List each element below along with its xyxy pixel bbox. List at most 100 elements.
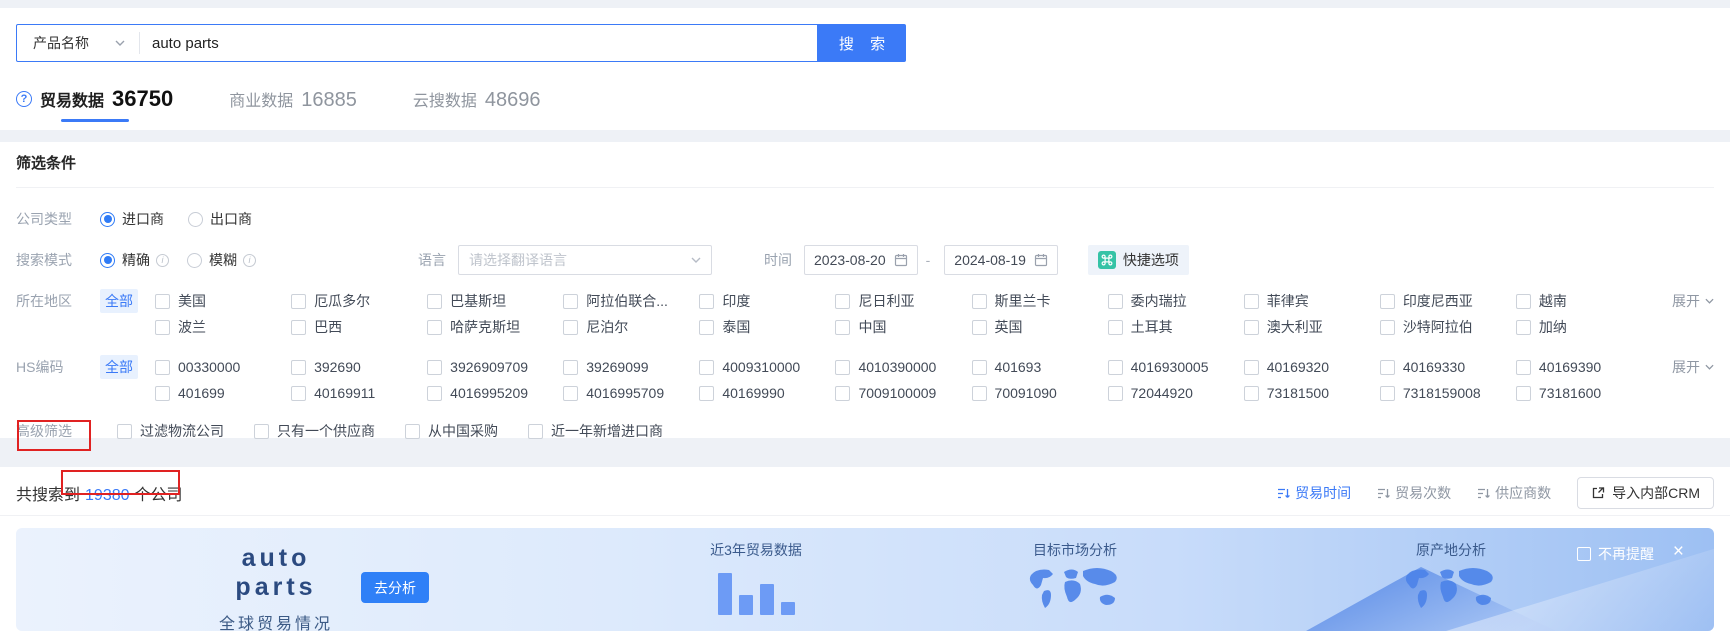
- checkbox[interactable]: [405, 423, 420, 439]
- radio-icon[interactable]: [100, 252, 115, 268]
- region-checkbox-option[interactable]: 沙特阿拉伯: [1379, 314, 1516, 340]
- checkbox[interactable]: [971, 359, 987, 375]
- region-checkbox-option[interactable]: 越南: [1515, 288, 1652, 314]
- checkbox[interactable]: [1577, 547, 1591, 561]
- banner-item-target-market[interactable]: 目标市场分析: [990, 540, 1160, 618]
- search-category-dropdown[interactable]: 产品名称: [17, 33, 139, 53]
- checkbox[interactable]: [1107, 385, 1123, 401]
- language-select[interactable]: 请选择翻译语言: [458, 245, 712, 275]
- advanced-checkbox-option[interactable]: 从中国采购: [405, 418, 498, 444]
- import-crm-button[interactable]: 导入内部CRM: [1577, 477, 1714, 509]
- checkbox[interactable]: [1243, 293, 1259, 309]
- advanced-checkbox-option[interactable]: 近一年新增进口商: [528, 418, 663, 444]
- checkbox[interactable]: [699, 293, 715, 309]
- hs-code-checkbox-option[interactable]: 40169990: [699, 380, 835, 406]
- advanced-checkbox-option[interactable]: 过滤物流公司: [117, 418, 224, 444]
- region-checkbox-option[interactable]: 阿拉伯联合...: [563, 288, 699, 314]
- dismiss-reminder-checkbox[interactable]: 不再提醒: [1577, 544, 1654, 564]
- checkbox[interactable]: [155, 385, 170, 401]
- radio-icon[interactable]: [187, 252, 202, 268]
- checkbox[interactable]: [291, 293, 307, 309]
- checkbox[interactable]: [1243, 319, 1259, 335]
- checkbox[interactable]: [528, 423, 543, 439]
- checkbox[interactable]: [1243, 359, 1259, 375]
- checkbox[interactable]: [1515, 359, 1531, 375]
- checkbox[interactable]: [291, 359, 307, 375]
- banner-item-origin[interactable]: 原产地分析: [1366, 540, 1536, 618]
- checkbox[interactable]: [835, 293, 851, 309]
- help-icon[interactable]: ?: [16, 91, 32, 107]
- checkbox[interactable]: [835, 319, 851, 335]
- hs-code-checkbox-option[interactable]: 401693: [971, 354, 1108, 380]
- region-checkbox-option[interactable]: 印度尼西亚: [1379, 288, 1516, 314]
- checkbox[interactable]: [1515, 319, 1531, 335]
- checkbox[interactable]: [699, 359, 715, 375]
- checkbox[interactable]: [1379, 319, 1395, 335]
- info-icon[interactable]: i: [243, 253, 256, 267]
- checkbox[interactable]: [427, 319, 443, 335]
- hs-code-checkbox-option[interactable]: 4009310000: [699, 354, 835, 380]
- hs-code-checkbox-option[interactable]: 7009100009: [835, 380, 971, 406]
- radio-icon[interactable]: [188, 211, 203, 227]
- region-checkbox-option[interactable]: 澳大利亚: [1243, 314, 1380, 340]
- checkbox[interactable]: [1107, 359, 1123, 375]
- tab-business-data[interactable]: 商业数据 16885: [229, 87, 357, 126]
- hs-code-checkbox-option[interactable]: 73181500: [1243, 380, 1380, 406]
- radio-fuzzy[interactable]: 模糊: [187, 250, 237, 270]
- checkbox[interactable]: [427, 359, 443, 375]
- sort-trade-time[interactable]: 贸易时间: [1277, 483, 1351, 503]
- checkbox[interactable]: [971, 385, 987, 401]
- search-button[interactable]: 搜 索: [818, 24, 906, 62]
- sort-supplier-count[interactable]: 供应商数: [1477, 483, 1551, 503]
- region-checkbox-option[interactable]: 哈萨克斯坦: [427, 314, 563, 340]
- hs-code-checkbox-option[interactable]: 39269099: [563, 354, 699, 380]
- checkbox[interactable]: [699, 319, 715, 335]
- checkbox[interactable]: [427, 293, 443, 309]
- date-end-input[interactable]: 2024-08-19: [944, 245, 1058, 275]
- hs-code-checkbox-option[interactable]: 4016995209: [427, 380, 563, 406]
- info-icon[interactable]: i: [156, 253, 169, 267]
- sort-trade-count[interactable]: 贸易次数: [1377, 483, 1451, 503]
- radio-exporter[interactable]: 出口商: [188, 209, 252, 229]
- checkbox[interactable]: [971, 293, 987, 309]
- hs-code-checkbox-option[interactable]: 40169390: [1515, 354, 1652, 380]
- tab-cloud-search-data[interactable]: 云搜数据 48696: [413, 87, 541, 126]
- region-checkbox-option[interactable]: 斯里兰卡: [971, 288, 1108, 314]
- checkbox[interactable]: [1379, 385, 1395, 401]
- checkbox[interactable]: [1379, 293, 1395, 309]
- date-start-input[interactable]: 2023-08-20: [804, 245, 918, 275]
- hs-code-checkbox-option[interactable]: 3926909709: [427, 354, 563, 380]
- hs-code-checkbox-option[interactable]: 72044920: [1107, 380, 1244, 406]
- radio-exact[interactable]: 精确: [100, 250, 150, 270]
- region-checkbox-option[interactable]: 厄瓜多尔: [291, 288, 427, 314]
- hs-code-checkbox-option[interactable]: 40169320: [1243, 354, 1380, 380]
- checkbox[interactable]: [1515, 385, 1531, 401]
- hs-code-checkbox-option[interactable]: 4016930005: [1107, 354, 1244, 380]
- checkbox[interactable]: [835, 385, 851, 401]
- hs-code-checkbox-option[interactable]: 4010390000: [835, 354, 971, 380]
- region-checkbox-option[interactable]: 印度: [699, 288, 835, 314]
- banner-item-trade-3yr[interactable]: 近3年贸易数据: [671, 540, 841, 615]
- region-checkbox-option[interactable]: 泰国: [699, 314, 835, 340]
- checkbox[interactable]: [563, 293, 579, 309]
- search-input[interactable]: [140, 34, 817, 52]
- checkbox[interactable]: [971, 319, 987, 335]
- region-expand-button[interactable]: 展开: [1652, 288, 1714, 314]
- hs-code-expand-button[interactable]: 展开: [1652, 354, 1714, 380]
- checkbox[interactable]: [563, 319, 579, 335]
- checkbox[interactable]: [117, 423, 132, 439]
- tab-trade-data[interactable]: ? 贸易数据 36750: [16, 86, 173, 126]
- hs-code-checkbox-option[interactable]: 392690: [291, 354, 427, 380]
- checkbox[interactable]: [835, 359, 851, 375]
- checkbox[interactable]: [1379, 359, 1395, 375]
- region-checkbox-option[interactable]: 尼日利亚: [835, 288, 971, 314]
- region-checkbox-option[interactable]: 美国: [155, 288, 291, 314]
- hs-code-all-tag[interactable]: 全部: [100, 355, 138, 379]
- region-all-tag[interactable]: 全部: [100, 289, 138, 313]
- checkbox[interactable]: [563, 385, 579, 401]
- checkbox[interactable]: [1107, 293, 1123, 309]
- hs-code-checkbox-option[interactable]: 7318159008: [1379, 380, 1516, 406]
- checkbox[interactable]: [1107, 319, 1123, 335]
- hs-code-checkbox-option[interactable]: 4016995709: [563, 380, 699, 406]
- checkbox[interactable]: [291, 385, 307, 401]
